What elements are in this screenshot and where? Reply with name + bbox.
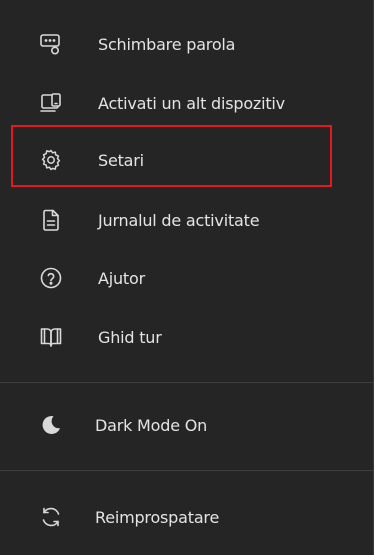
divider	[0, 382, 374, 383]
menu-item-label: Jurnalul de activitate	[98, 210, 260, 230]
divider	[0, 470, 374, 471]
book-icon	[38, 324, 64, 350]
menu-item-label: Ghid tur	[98, 327, 162, 347]
help-icon	[38, 265, 64, 291]
menu-item-reimprospatare[interactable]: Reimprospatare	[0, 497, 370, 537]
account-menu: Schimbare parola Activati un alt dispozi…	[0, 0, 374, 555]
gear-icon	[38, 147, 64, 173]
menu-item-label: Reimprospatare	[95, 507, 220, 527]
devices-icon	[38, 90, 64, 116]
menu-item-ajutor[interactable]: Ajutor	[0, 258, 370, 298]
menu-item-activati-dispozitiv[interactable]: Activati un alt dispozitiv	[0, 83, 370, 123]
menu-item-label: Ajutor	[98, 268, 145, 288]
menu-item-label: Dark Mode On	[95, 415, 208, 435]
refresh-icon	[38, 504, 64, 530]
menu-item-label: Schimbare parola	[98, 34, 236, 54]
menu-item-setari[interactable]: Setari	[0, 140, 370, 180]
menu-item-label: Activati un alt dispozitiv	[98, 93, 285, 113]
menu-item-ghid-tur[interactable]: Ghid tur	[0, 317, 370, 357]
password-device-icon	[38, 31, 64, 57]
dark-mode-toggle[interactable]: Dark Mode On	[0, 405, 370, 445]
menu-item-label: Setari	[98, 150, 144, 170]
menu-item-jurnal[interactable]: Jurnalul de activitate	[0, 200, 370, 240]
menu-item-schimbare-parola[interactable]: Schimbare parola	[0, 24, 370, 64]
moon-icon	[38, 412, 64, 438]
document-icon	[38, 207, 64, 233]
